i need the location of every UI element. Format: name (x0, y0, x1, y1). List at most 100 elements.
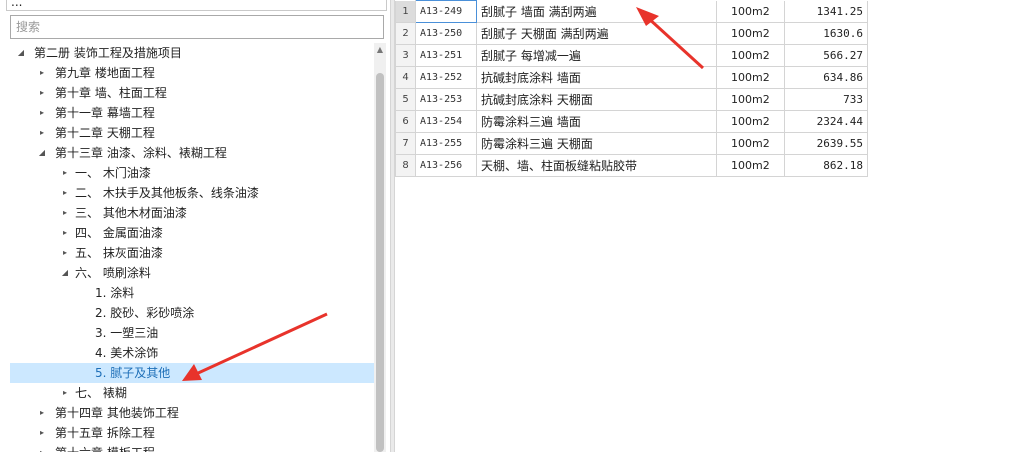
triangle-right-icon[interactable]: ▸ (37, 103, 47, 123)
table-row[interactable]: 1 A13-249 刮腻子 墙面 满刮两遍 100m2 1341.25 (395, 0, 868, 23)
triangle-right-icon[interactable]: ▸ (37, 403, 47, 423)
tree-item-label: 五、 抹灰面油漆 (75, 246, 163, 260)
tree-item[interactable]: ▸ 第十六章 模板工程 (10, 443, 374, 452)
cell-unit[interactable]: 100m2 (716, 154, 785, 177)
triangle-down-icon[interactable]: ◢ (60, 263, 70, 283)
tree-item[interactable]: ▸ 五、 抹灰面油漆 (10, 243, 374, 263)
tree-item[interactable]: ▸ 第十二章 天棚工程 (10, 123, 374, 143)
triangle-right-icon[interactable]: ▸ (37, 443, 47, 452)
cell-num[interactable]: 2 (395, 22, 416, 45)
cell-name[interactable]: 刮腻子 每增减一遍 (476, 44, 717, 67)
triangle-down-icon[interactable]: ◢ (16, 43, 26, 63)
cell-num[interactable]: 4 (395, 66, 416, 89)
cell-num[interactable]: 5 (395, 88, 416, 111)
table-row[interactable]: 3 A13-251 刮腻子 每增减一遍 100m2 566.27 (395, 44, 868, 67)
tree-item[interactable]: ▸ 二、 木扶手及其他板条、线条油漆 (10, 183, 374, 203)
tree-item[interactable]: ▸ 三、 其他木材面油漆 (10, 203, 374, 223)
cell-unit[interactable]: 100m2 (716, 110, 785, 133)
triangle-right-icon[interactable]: ▸ (60, 163, 70, 183)
table-row[interactable]: 7 A13-255 防霉涂料三遍 天棚面 100m2 2639.55 (395, 132, 868, 155)
chapter-tree: ◢ 第二册 装饰工程及措施项目 ▸ 第九章 楼地面工程 ▸ 第十章 墙、柱面工程 ▸ 第十一章… (10, 43, 374, 452)
triangle-right-icon[interactable]: ▸ (60, 183, 70, 203)
cell-code[interactable]: A13-253 (415, 88, 477, 111)
triangle-right-icon[interactable]: ▸ (37, 63, 47, 83)
tree-item-label: 第十二章 天棚工程 (55, 126, 155, 140)
tree-item-label: 一、 木门油漆 (75, 166, 151, 180)
cell-unit[interactable]: 100m2 (716, 0, 785, 23)
cell-code[interactable]: A13-250 (415, 22, 477, 45)
cell-code[interactable]: A13-255 (415, 132, 477, 155)
cell-code[interactable]: A13-256 (415, 154, 477, 177)
tree-item[interactable]: ▸ 第十五章 拆除工程 (10, 423, 374, 443)
cell-amount[interactable]: 1630.6 (784, 22, 868, 45)
cell-name[interactable]: 刮腻子 天棚面 满刮两遍 (476, 22, 717, 45)
cell-amount[interactable]: 733 (784, 88, 868, 111)
cell-num[interactable]: 1 (395, 0, 416, 23)
cell-code[interactable]: A13-251 (415, 44, 477, 67)
cell-amount[interactable]: 2324.44 (784, 110, 868, 133)
cell-amount[interactable]: 862.18 (784, 154, 868, 177)
triangle-right-icon[interactable]: ▸ (37, 423, 47, 443)
cell-name[interactable]: 防霉涂料三遍 墙面 (476, 110, 717, 133)
tree-item-label: 第十六章 模板工程 (55, 443, 155, 452)
triangle-down-icon[interactable]: ◢ (37, 143, 47, 163)
cell-num[interactable]: 6 (395, 110, 416, 133)
cell-unit[interactable]: 100m2 (716, 132, 785, 155)
cell-code[interactable]: A13-249 (415, 0, 477, 23)
cell-name[interactable]: 刮腻子 墙面 满刮两遍 (476, 0, 717, 23)
cell-amount[interactable]: 1341.25 (784, 0, 868, 23)
table-row[interactable]: 2 A13-250 刮腻子 天棚面 满刮两遍 100m2 1630.6 (395, 22, 868, 45)
title-bar: ... (6, 0, 387, 11)
cell-code[interactable]: A13-252 (415, 66, 477, 89)
tree-item[interactable]: ▸ 第十四章 其他装饰工程 (10, 403, 374, 423)
tree-item[interactable]: ◢ 六、 喷刷涂料 (10, 263, 374, 283)
cell-name[interactable]: 防霉涂料三遍 天棚面 (476, 132, 717, 155)
cell-amount[interactable]: 2639.55 (784, 132, 868, 155)
triangle-right-icon[interactable]: ▸ (37, 83, 47, 103)
tree-item[interactable]: 5. 腻子及其他 (10, 363, 374, 383)
cell-unit[interactable]: 100m2 (716, 44, 785, 67)
table-row[interactable]: 6 A13-254 防霉涂料三遍 墙面 100m2 2324.44 (395, 110, 868, 133)
tree-item[interactable]: 4. 美术涂饰 (10, 343, 374, 363)
table-row[interactable]: 5 A13-253 抗碱封底涂料 天棚面 100m2 733 (395, 88, 868, 111)
tree-item[interactable]: ◢ 第十三章 油漆、涂料、裱糊工程 (10, 143, 374, 163)
tree-item[interactable]: ▸ 一、 木门油漆 (10, 163, 374, 183)
triangle-right-icon[interactable]: ▸ (60, 223, 70, 243)
cell-name[interactable]: 抗碱封底涂料 墙面 (476, 66, 717, 89)
table-row[interactable]: 8 A13-256 天棚、墙、柱面板缝粘贴胶带 100m2 862.18 (395, 154, 868, 177)
cell-unit[interactable]: 100m2 (716, 88, 785, 111)
tree-item[interactable]: ▸ 四、 金属面油漆 (10, 223, 374, 243)
triangle-right-icon[interactable]: ▸ (60, 243, 70, 263)
tree-item-label: 2. 胶砂、彩砂喷涂 (95, 306, 195, 320)
tree-item[interactable]: ▸ 第九章 楼地面工程 (10, 63, 374, 83)
scroll-thumb[interactable] (376, 73, 384, 452)
tree-item[interactable]: ▸ 七、 裱糊 (10, 383, 374, 403)
table-row[interactable]: 4 A13-252 抗碱封底涂料 墙面 100m2 634.86 (395, 66, 868, 89)
tree-item[interactable]: ◢ 第二册 装饰工程及措施项目 (10, 43, 374, 63)
tree-item[interactable]: 1. 涂料 (10, 283, 374, 303)
tree-scrollbar[interactable]: ▲ (374, 43, 386, 452)
cell-amount[interactable]: 566.27 (784, 44, 868, 67)
cell-num[interactable]: 7 (395, 132, 416, 155)
cell-num[interactable]: 8 (395, 154, 416, 177)
tree-item-label: 二、 木扶手及其他板条、线条油漆 (75, 186, 259, 200)
triangle-right-icon[interactable]: ▸ (60, 383, 70, 403)
tree-item[interactable]: ▸ 第十一章 幕墙工程 (10, 103, 374, 123)
tree-item-label: 第十五章 拆除工程 (55, 426, 155, 440)
tree-item[interactable]: 3. 一塑三油 (10, 323, 374, 343)
cell-num[interactable]: 3 (395, 44, 416, 67)
search-input[interactable] (10, 15, 384, 39)
tree-item-label: 4. 美术涂饰 (95, 346, 159, 360)
cell-unit[interactable]: 100m2 (716, 66, 785, 89)
triangle-right-icon[interactable]: ▸ (37, 123, 47, 143)
cell-name[interactable]: 天棚、墙、柱面板缝粘贴胶带 (476, 154, 717, 177)
cell-name[interactable]: 抗碱封底涂料 天棚面 (476, 88, 717, 111)
tree-item[interactable]: ▸ 第十章 墙、柱面工程 (10, 83, 374, 103)
cell-code[interactable]: A13-254 (415, 110, 477, 133)
cell-unit[interactable]: 100m2 (716, 22, 785, 45)
tree-item-label: 三、 其他木材面油漆 (75, 206, 187, 220)
scroll-up-icon[interactable]: ▲ (374, 43, 386, 57)
cell-amount[interactable]: 634.86 (784, 66, 868, 89)
triangle-right-icon[interactable]: ▸ (60, 203, 70, 223)
tree-item[interactable]: 2. 胶砂、彩砂喷涂 (10, 303, 374, 323)
